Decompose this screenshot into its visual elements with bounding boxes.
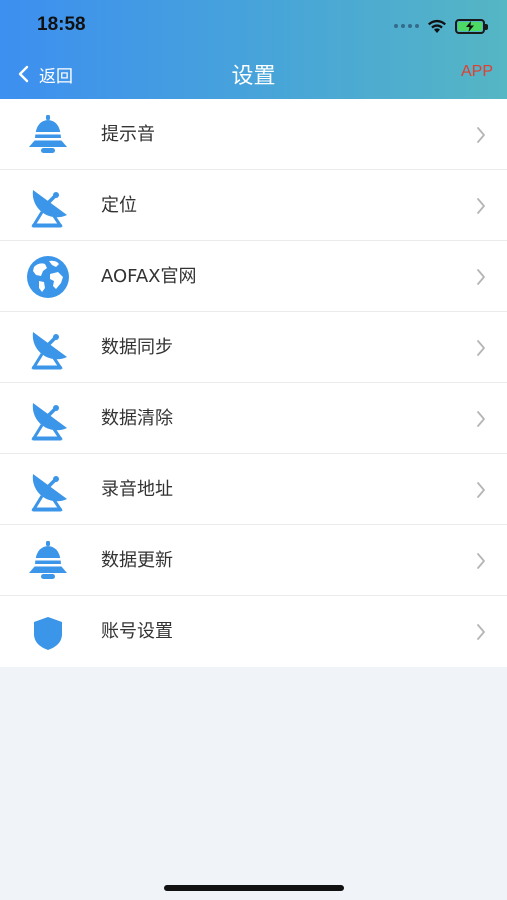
- satellite-dish-icon: [24, 184, 72, 228]
- chevron-right-icon: [477, 482, 485, 498]
- bell-icon: [24, 539, 72, 583]
- settings-item-label: 录音地址: [101, 479, 173, 500]
- app-link[interactable]: APP: [461, 63, 493, 81]
- settings-item-recording-address[interactable]: 录音地址: [0, 454, 507, 525]
- settings-item-label: 定位: [101, 195, 137, 216]
- settings-item-data-update[interactable]: 数据更新: [0, 525, 507, 596]
- settings-item-label: 数据更新: [101, 550, 173, 571]
- settings-item-label: 账号设置: [101, 621, 173, 642]
- chevron-right-icon: [477, 411, 485, 427]
- chevron-right-icon: [477, 198, 485, 214]
- settings-item-label: 提示音: [101, 124, 155, 145]
- settings-item-label: 数据同步: [101, 337, 173, 358]
- chevron-right-icon: [477, 553, 485, 569]
- wifi-icon: [428, 19, 446, 33]
- status-time: 18:58: [37, 14, 86, 35]
- settings-item-label: AOFAX官网: [101, 266, 197, 287]
- battery-icon: [455, 18, 488, 34]
- satellite-dish-icon: [24, 326, 72, 370]
- settings-item-alert-sound[interactable]: 提示音: [0, 99, 507, 170]
- settings-item-data-sync[interactable]: 数据同步: [0, 312, 507, 383]
- chevron-right-icon: [477, 624, 485, 640]
- status-icons: [394, 16, 488, 36]
- home-indicator: [164, 885, 344, 891]
- settings-item-account[interactable]: 账号设置: [0, 596, 507, 667]
- satellite-dish-icon: [24, 468, 72, 512]
- satellite-dish-icon: [24, 397, 72, 441]
- signal-dots-icon: [394, 24, 419, 28]
- shield-icon: [24, 610, 72, 654]
- chevron-right-icon: [477, 127, 485, 143]
- chevron-right-icon: [477, 269, 485, 285]
- settings-item-data-clear[interactable]: 数据清除: [0, 383, 507, 454]
- bell-icon: [24, 113, 72, 157]
- settings-list: 提示音 定位 AOFAX官网 数据同步 数据清除 录音地址 数据更新 账号设置: [0, 99, 507, 667]
- globe-icon: [24, 255, 72, 299]
- nav-header: 18:58 返回 设置 APP: [0, 0, 507, 99]
- chevron-right-icon: [477, 340, 485, 356]
- settings-item-website[interactable]: AOFAX官网: [0, 241, 507, 312]
- page-title: 设置: [231, 64, 276, 89]
- settings-item-label: 数据清除: [101, 408, 173, 429]
- settings-item-location[interactable]: 定位: [0, 170, 507, 241]
